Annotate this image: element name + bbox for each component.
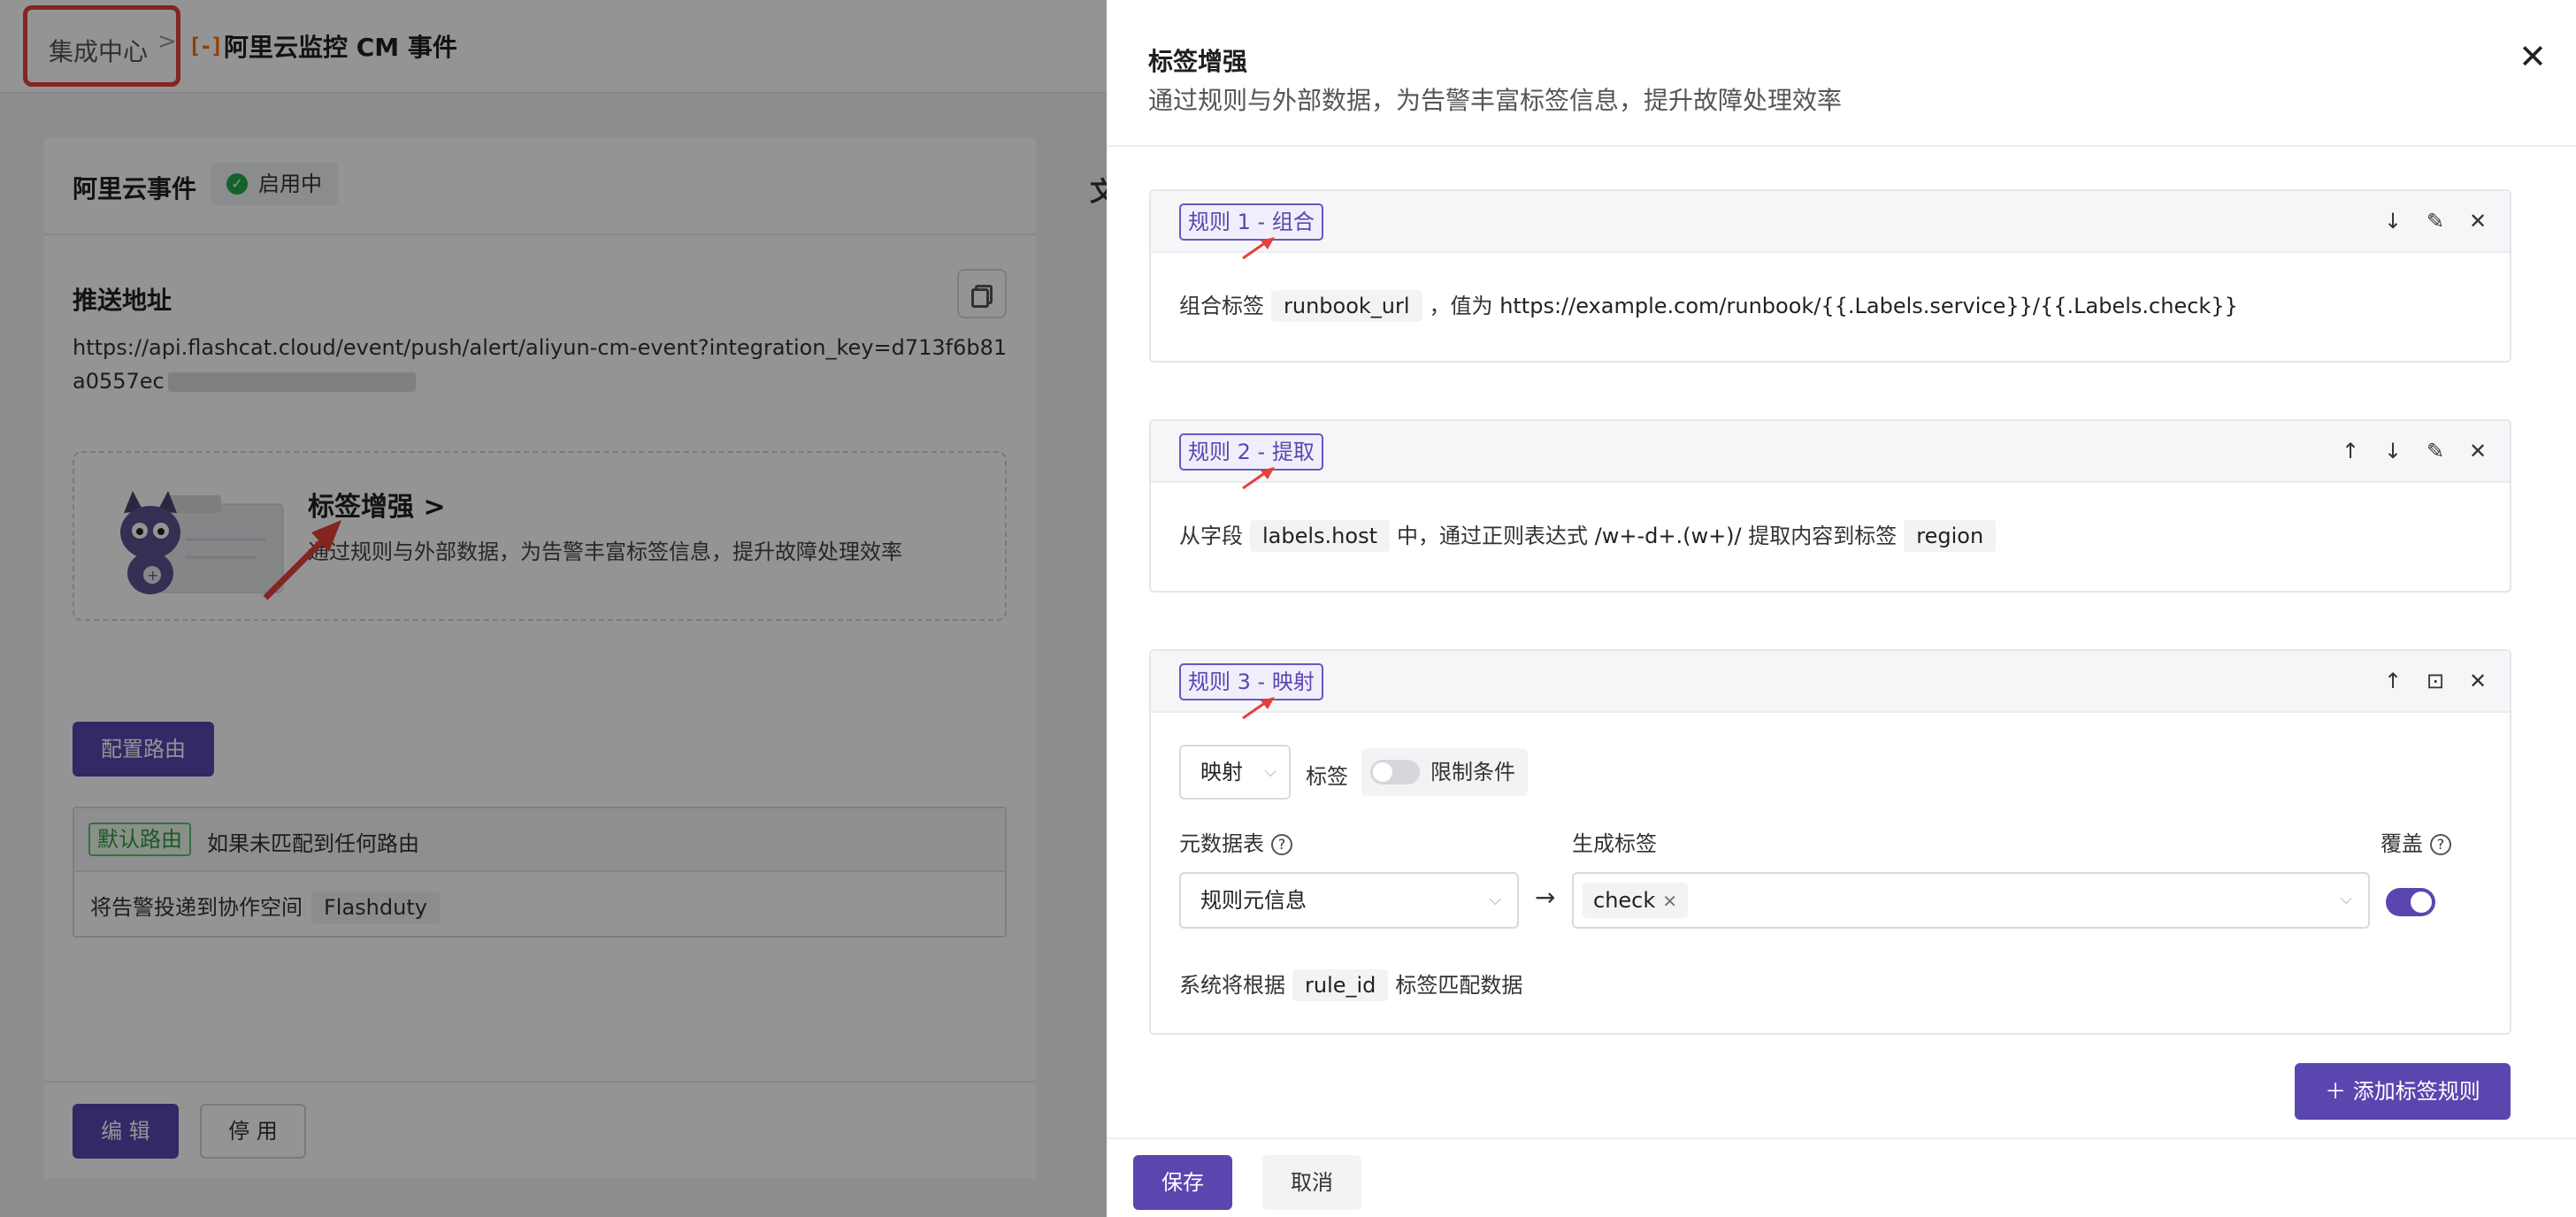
rule-header: 规则 2 - 提取 ↑ ↓ ✎ ✕ <box>1151 421 2510 490</box>
arrow-up-icon[interactable]: ↑ <box>2333 433 2368 469</box>
rule-text: 组合标签 <box>1179 294 1264 318</box>
rule-card-3: 规则 3 - 映射 ↑ ⊡ ✕ 映射 ⌵ 标签 限制条件 元数据表? 生成标签 … <box>1149 649 2511 1035</box>
override-label: 覆盖? <box>2380 826 2451 857</box>
rule-actions: ↓ ✎ ✕ <box>2375 203 2496 239</box>
rule-actions: ↑ ↓ ✎ ✕ <box>2333 433 2496 469</box>
drawer-subtitle: 通过规则与外部数据，为告警丰富标签信息，提升故障处理效率 <box>1148 86 1843 115</box>
modal-mask[interactable] <box>0 0 1107 1217</box>
note-text: 标签匹配数据 <box>1395 973 1523 998</box>
rule-description: 组合标签 runbook_url ，值为 https://example.com/r… <box>1179 288 2238 322</box>
meta-table-label-text: 元数据表 <box>1179 831 1264 856</box>
help-icon[interactable]: ? <box>2430 834 2451 855</box>
close-icon[interactable]: ✕ <box>2460 203 2496 239</box>
close-icon[interactable]: ✕ <box>2460 433 2496 469</box>
label-word: 标签 <box>1306 764 1348 789</box>
rule-text: 提取内容到标签 <box>1748 524 1898 548</box>
target-label-chip: region <box>1904 520 1997 552</box>
close-icon[interactable]: ✕ <box>2460 663 2496 699</box>
edit-icon[interactable]: ✎ <box>2418 433 2453 469</box>
chevron-down-icon: ⌵ <box>1264 762 1276 781</box>
drawer-footer: 保存 取消 <box>1107 1137 2576 1217</box>
generated-label-label: 生成标签 <box>1572 831 1657 856</box>
drawer-divider <box>1107 145 2576 147</box>
remove-icon[interactable]: ✕ <box>1662 891 1677 912</box>
annotation-arrow <box>1242 697 1275 720</box>
note-text: 系统将根据 <box>1179 973 1285 998</box>
rule-text: 中，通过正则表达式 <box>1396 524 1588 548</box>
rule-header: 规则 3 - 映射 ↑ ⊡ ✕ <box>1151 651 2510 720</box>
regex-value: /w+-d+.(w+)/ <box>1594 524 1742 548</box>
help-icon[interactable]: ? <box>1271 834 1292 855</box>
label-enrichment-drawer: 标签增强 通过规则与外部数据，为告警丰富标签信息，提升故障处理效率 ✕ 规则 1… <box>1107 0 2576 1217</box>
rule-text: ，值为 <box>1429 294 1493 318</box>
override-toggle[interactable] <box>2386 888 2435 916</box>
arrow-down-icon[interactable]: ↓ <box>2375 433 2411 469</box>
meta-table-label: 元数据表? <box>1179 826 1292 857</box>
arrow-right-icon: → <box>1535 883 1556 912</box>
meta-table-select[interactable]: 规则元信息 ⌵ <box>1179 872 1519 929</box>
meta-table-value: 规则元信息 <box>1200 888 1307 913</box>
field-chip: labels.host <box>1250 520 1390 552</box>
chevron-down-icon: ⌵ <box>1489 891 1501 909</box>
annotation-arrow <box>1242 237 1275 260</box>
match-key-chip: rule_id <box>1292 969 1389 1001</box>
toggle-switch-off[interactable] <box>1370 760 1420 785</box>
rule-card-1: 规则 1 - 组合 ↓ ✎ ✕ 组合标签 runbook_url ，值为 https… <box>1149 189 2511 363</box>
edit-icon[interactable]: ✎ <box>2418 203 2453 239</box>
rule-card-2: 规则 2 - 提取 ↑ ↓ ✎ ✕ 从字段 labels.host 中，通过正则表达… <box>1149 419 2511 593</box>
annotation-arrow <box>1242 467 1275 490</box>
override-label-text: 覆盖 <box>2380 831 2423 856</box>
drawer-title: 标签增强 <box>1148 47 1248 76</box>
rule-text: 从字段 <box>1179 524 1243 548</box>
rule-description: 从字段 labels.host 中，通过正则表达式 /w+-d+.(w+)/ 提取内… <box>1179 518 2003 552</box>
generated-label-chip: check ✕ <box>1583 883 1689 918</box>
rule-header: 规则 1 - 组合 ↓ ✎ ✕ <box>1151 191 2510 260</box>
mode-select-value: 映射 <box>1200 760 1243 785</box>
close-icon[interactable]: ✕ <box>2515 39 2550 74</box>
template-value: https://example.com/runbook/{{.Labels.se… <box>1499 294 2238 318</box>
cancel-button[interactable]: 取消 <box>1262 1155 1361 1210</box>
add-label-rule-button[interactable]: ＋ 添加标签规则 <box>2295 1063 2511 1120</box>
save-button[interactable]: 保存 <box>1133 1155 1232 1210</box>
arrow-down-icon[interactable]: ↓ <box>2375 203 2411 239</box>
chevron-down-icon: ⌵ <box>2340 890 2352 908</box>
generated-label-chip-text: check <box>1593 888 1656 913</box>
label-chip: runbook_url <box>1271 290 1422 322</box>
rule-actions: ↑ ⊡ ✕ <box>2375 663 2496 699</box>
restrict-condition-toggle[interactable]: 限制条件 <box>1361 748 1528 796</box>
focus-scan-icon[interactable]: ⊡ <box>2418 663 2453 699</box>
match-note: 系统将根据 rule_id 标签匹配数据 <box>1179 968 1522 1001</box>
mode-select[interactable]: 映射 ⌵ <box>1179 745 1291 800</box>
generated-label-select[interactable]: check ✕ ⌵ <box>1572 872 2370 929</box>
restrict-label: 限制条件 <box>1430 760 1515 785</box>
arrow-up-icon[interactable]: ↑ <box>2375 663 2411 699</box>
